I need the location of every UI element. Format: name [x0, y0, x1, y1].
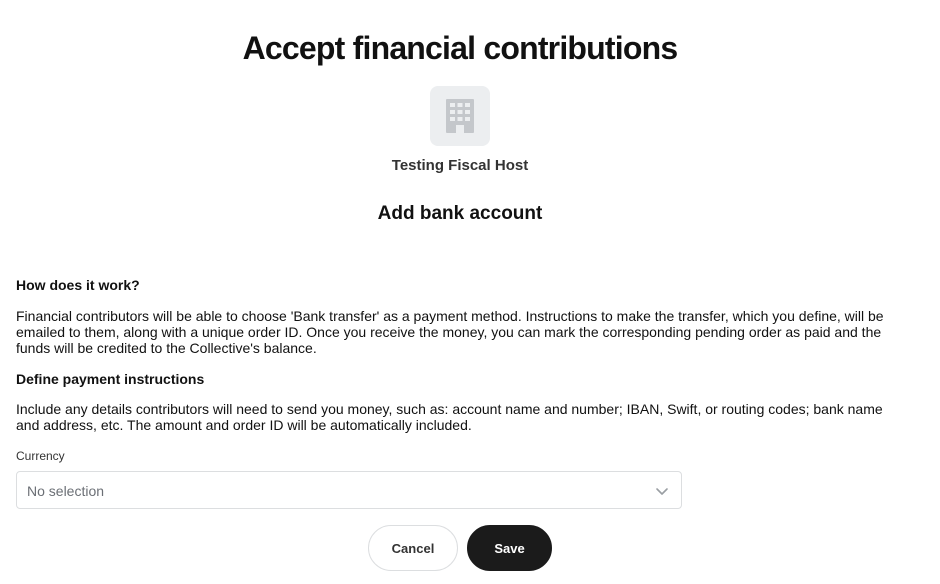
- chevron-down-icon: [656, 488, 668, 495]
- section-subtitle: Add bank account: [377, 203, 543, 224]
- payment-instructions-heading: Define payment instructions: [16, 371, 205, 387]
- building-icon: [446, 99, 474, 133]
- save-button[interactable]: Save: [467, 525, 552, 571]
- page-title: Accept financial contributions: [242, 30, 679, 66]
- currency-select-value: No selection: [27, 483, 105, 499]
- how-it-works-text: Financial contributors will be able to c…: [16, 308, 884, 356]
- cancel-button[interactable]: Cancel: [368, 525, 458, 571]
- how-it-works-heading: How does it work?: [16, 277, 140, 293]
- currency-label: Currency: [16, 449, 65, 463]
- payment-instructions-text: Include any details contributors will ne…: [16, 401, 883, 433]
- host-name: Testing Fiscal Host: [391, 157, 529, 174]
- currency-select[interactable]: No selection: [16, 471, 682, 509]
- host-avatar: [430, 86, 490, 146]
- page: Accept financial contributions Testing F…: [0, 0, 940, 584]
